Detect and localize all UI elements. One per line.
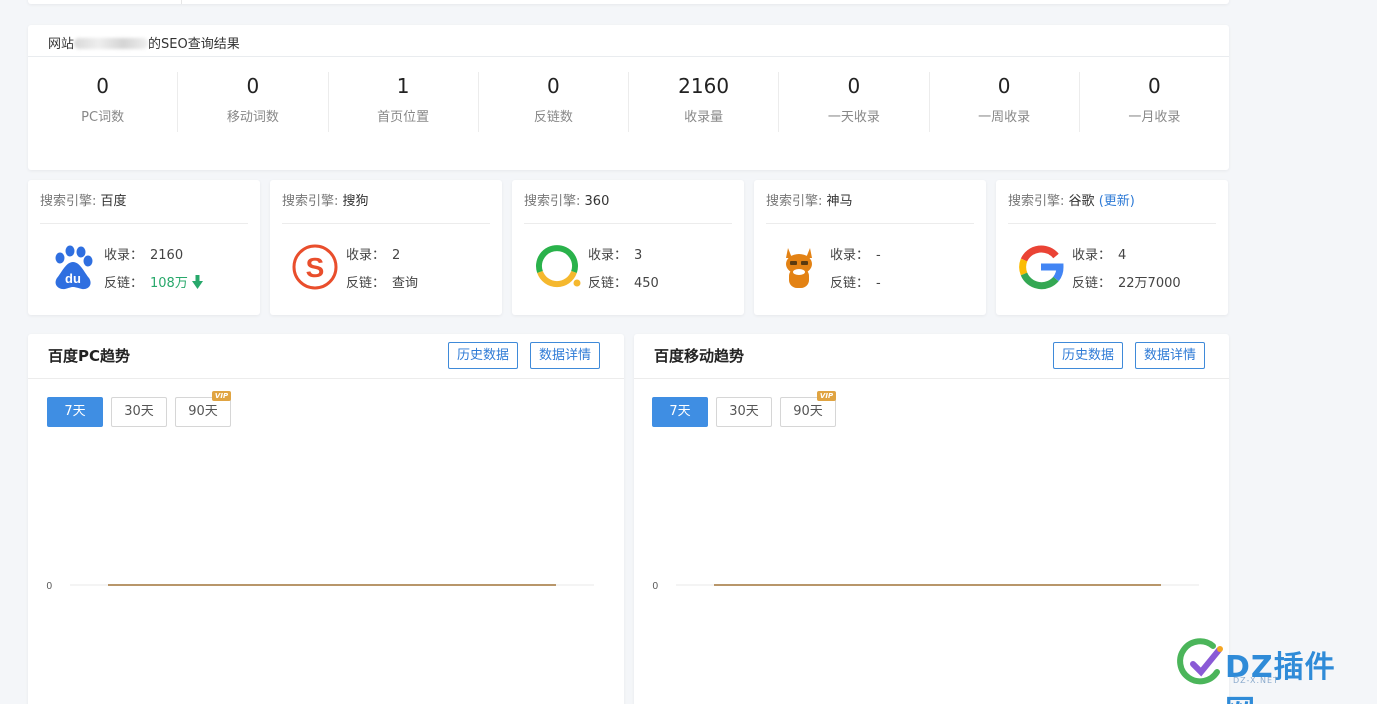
arrow-down-icon	[191, 275, 203, 289]
backlink-row: 反链： -	[830, 276, 881, 291]
baidu-logo-icon: du	[55, 245, 93, 290]
stat-week-index: 0 一周收录	[930, 72, 1080, 132]
query-link[interactable]: 查询	[392, 276, 418, 291]
blurred-domain	[74, 38, 149, 49]
google-logo-icon	[1019, 245, 1064, 290]
engine-header: 搜索引擎: 360	[524, 180, 732, 224]
trend-chart-mobile: 0	[652, 581, 1199, 592]
engine-card-google: 搜索引擎: 谷歌 (更新) 收录： 4 反链： 22万7000	[996, 180, 1228, 315]
engine-card-shenma: 搜索引擎: 神马 收录： - 反链： -	[754, 180, 986, 315]
engine-header: 搜索引擎: 百度	[40, 180, 248, 224]
seo-summary-card: 网站 的SEO查询结果 0 PC词数 0 移动词数 1 首页位置 0 反链数 2160 收录…	[28, 25, 1229, 170]
watermark: DZ插件网 DZ-X.NET	[1175, 634, 1365, 704]
backlink-row: 反链： 查询	[346, 276, 419, 291]
stat-pc-words: 0 PC词数	[28, 72, 179, 132]
backlink-row: 反链： 108万	[104, 274, 203, 302]
engine-header: 搜索引擎: 谷歌 (更新)	[1008, 180, 1216, 224]
stat-mobile-words: 0 移动词数	[178, 72, 329, 132]
so360-logo-icon	[536, 245, 581, 288]
backlink-row: 反链： 22万7000	[1072, 276, 1181, 291]
summary-title: 网站 的SEO查询结果	[28, 25, 1229, 57]
index-row: 收录： 2160	[104, 248, 184, 263]
engine-header: 搜索引擎: 神马	[766, 180, 974, 224]
shenma-logo-icon	[786, 248, 812, 288]
trend-card-pc: 百度PC趋势 历史数据 数据详情 7天 30天 90天 VIP 0	[28, 334, 624, 704]
engine-card-sogou: 搜索引擎: 搜狗 S 收录： 2 反链： 查询	[270, 180, 502, 315]
index-row: 收录： 3	[588, 248, 643, 263]
dz-logo-icon	[1177, 638, 1223, 685]
stat-month-index: 0 一月收录	[1128, 74, 1181, 125]
backlink-row: 反链： 450	[588, 276, 659, 291]
y-tick-label: 0	[46, 581, 52, 592]
engine-card-360: 搜索引擎: 360 收录： 3 反链： 450	[512, 180, 744, 315]
svg-text:du: du	[65, 271, 81, 286]
y-tick-label: 0	[652, 581, 658, 592]
stat-indexed: 2160 收录量	[629, 72, 780, 132]
stat-first-page: 1 首页位置	[329, 72, 479, 132]
stat-day-index: 0 一天收录	[779, 72, 930, 132]
stats-row: 0 PC词数 0 移动词数 1 首页位置 0 反链数 2160 收录量 0 一天收录 0 一周…	[28, 57, 1229, 132]
top-strip	[28, 0, 1229, 4]
svg-text:S: S	[306, 252, 325, 283]
engine-header: 搜索引擎: 搜狗	[282, 180, 490, 224]
update-link[interactable]: (更新)	[1099, 194, 1135, 209]
tab-divider	[28, 0, 182, 4]
sogou-logo-icon: S	[292, 244, 338, 290]
stat-backlinks: 0 反链数	[479, 72, 629, 132]
backlink-value[interactable]: 108万	[150, 276, 188, 291]
trend-card-mobile: 百度移动趋势 历史数据 数据详情 7天 30天 90天 VIP 0	[634, 334, 1229, 704]
trend-chart-pc: 0	[46, 581, 594, 592]
engine-card-baidu: 搜索引擎: 百度 du 收录： 2160 反链： 108万	[28, 180, 260, 315]
index-row: 收录： 4	[1072, 248, 1127, 263]
index-row: 收录： -	[830, 248, 881, 263]
index-row: 收录： 2	[346, 248, 401, 263]
